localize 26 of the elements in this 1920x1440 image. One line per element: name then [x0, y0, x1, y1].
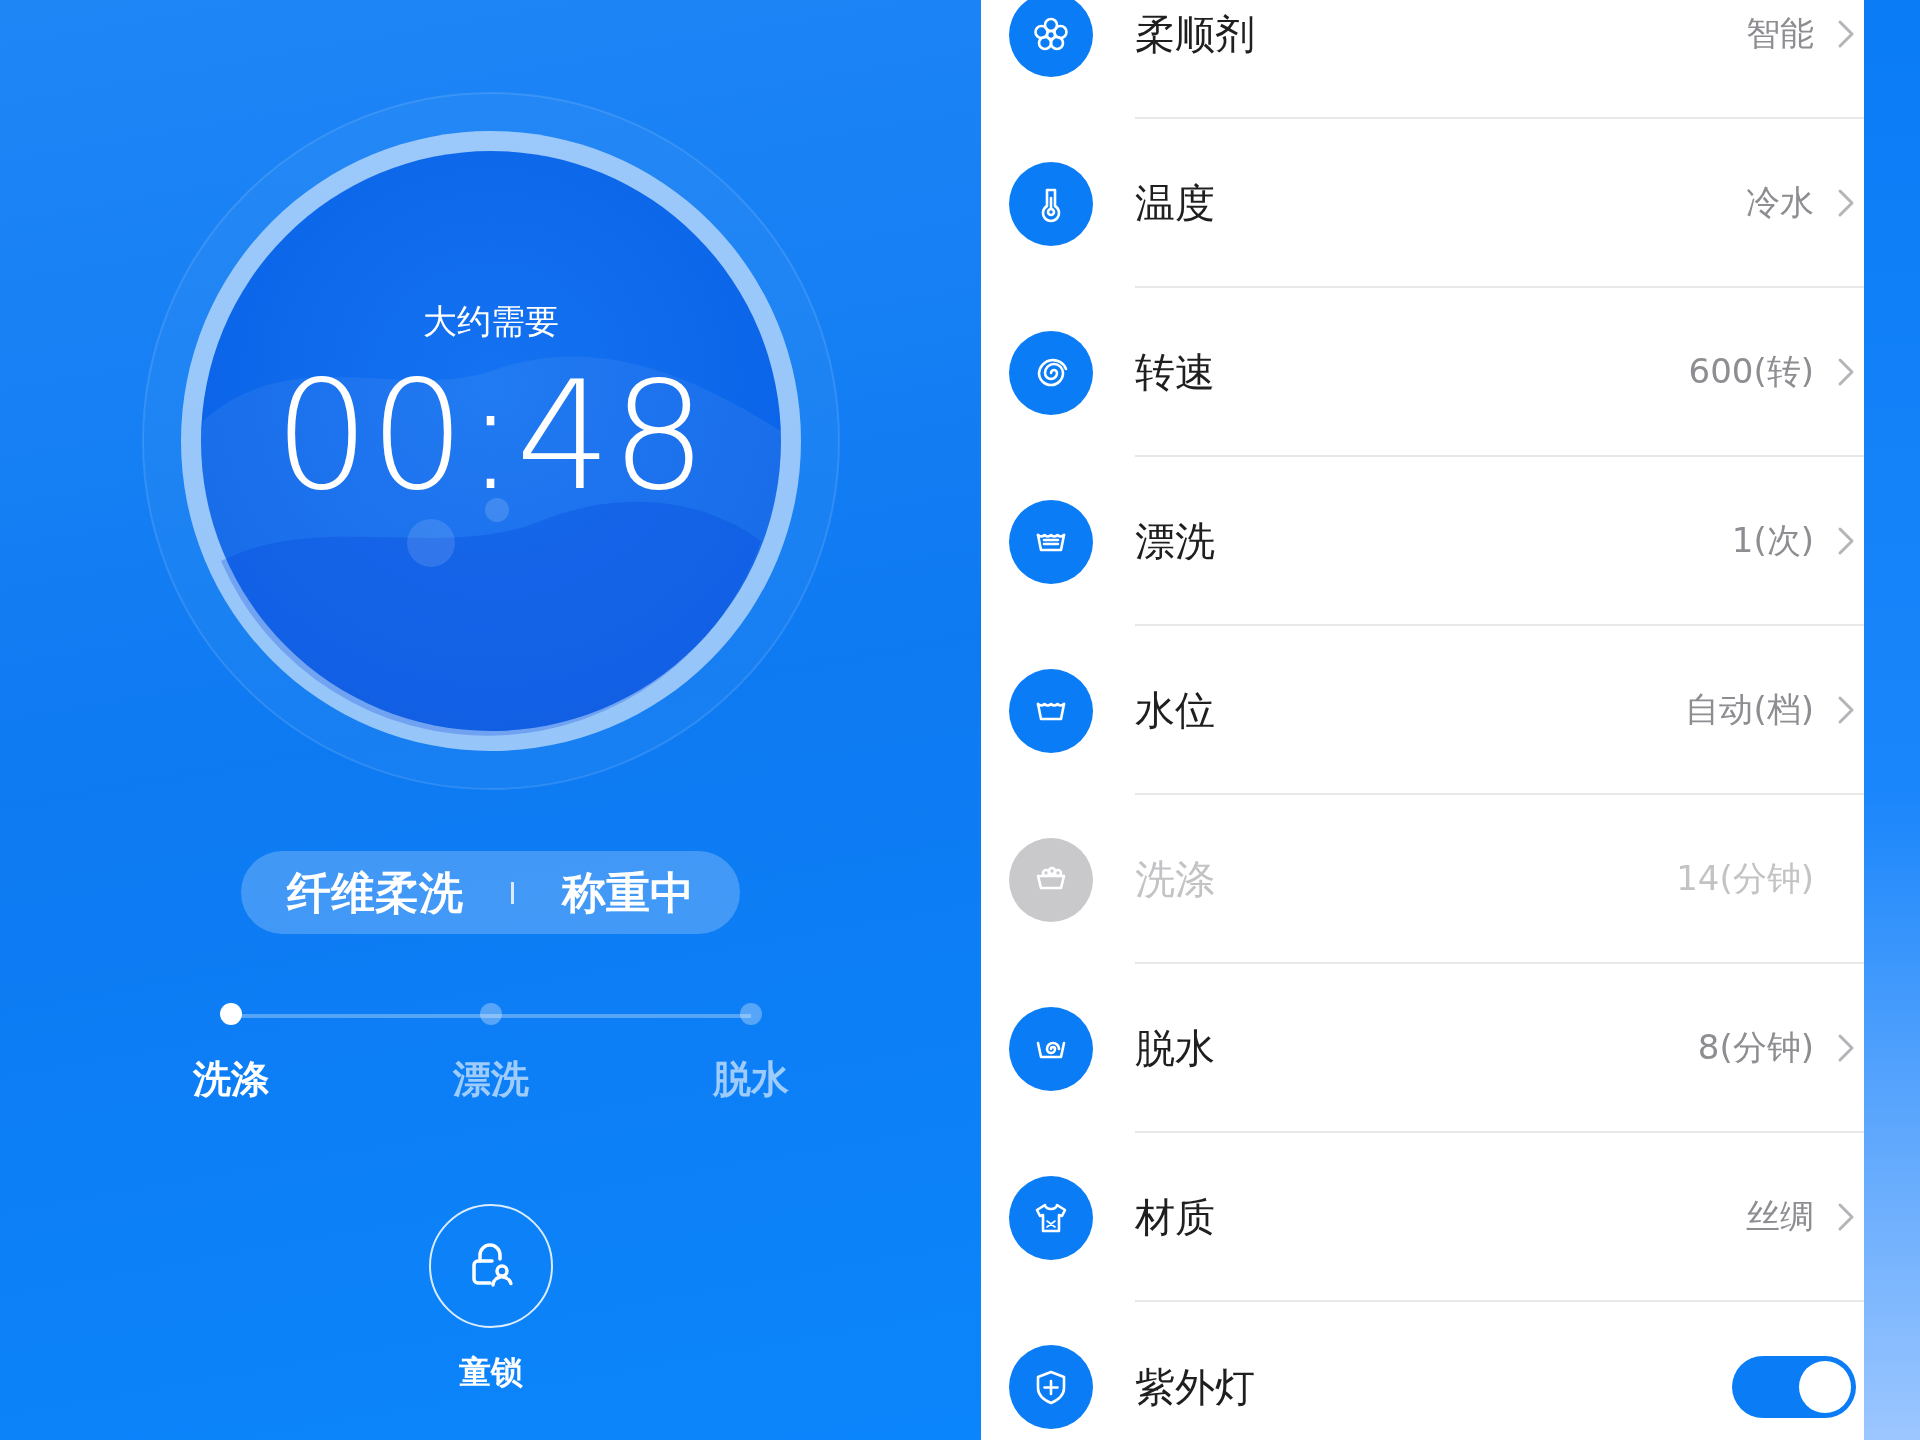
setting-label: 洗涤: [1135, 854, 1216, 904]
setting-label: 材质: [1135, 1192, 1216, 1242]
program-state: 称重中: [562, 865, 694, 920]
setting-label: 漂洗: [1135, 516, 1216, 566]
remaining-time: 00:48: [273, 361, 708, 511]
setting-label: 紫外灯: [1135, 1362, 1256, 1412]
setting-value: 1(次): [1731, 519, 1814, 562]
setting-value: 冷水: [1746, 181, 1814, 224]
step-label: 洗涤: [191, 1056, 270, 1103]
step-label: 漂洗: [451, 1056, 530, 1103]
setting-value: 14(分钟): [1676, 857, 1814, 900]
setting-value: 自动(档): [1685, 688, 1814, 731]
step-label: 脱水: [711, 1056, 790, 1103]
setting-value: 600(转): [1688, 350, 1814, 393]
setting-label: 脱水: [1135, 1023, 1216, 1073]
setting-label: 温度: [1135, 178, 1216, 228]
setting-label: 水位: [1135, 685, 1216, 735]
setting-label: 转速: [1135, 347, 1216, 397]
setting-value: 丝绸: [1746, 1195, 1814, 1238]
program-name: 纤维柔洗: [287, 865, 463, 920]
child-lock-button[interactable]: [428, 1204, 553, 1328]
setting-value: 8(分钟): [1697, 1026, 1814, 1069]
time-caption: 大约需要: [421, 300, 560, 343]
setting-value: 智能: [1746, 12, 1814, 55]
child-lock-label: 童锁: [458, 1352, 523, 1393]
setting-label: 柔顺剂: [1135, 9, 1256, 59]
